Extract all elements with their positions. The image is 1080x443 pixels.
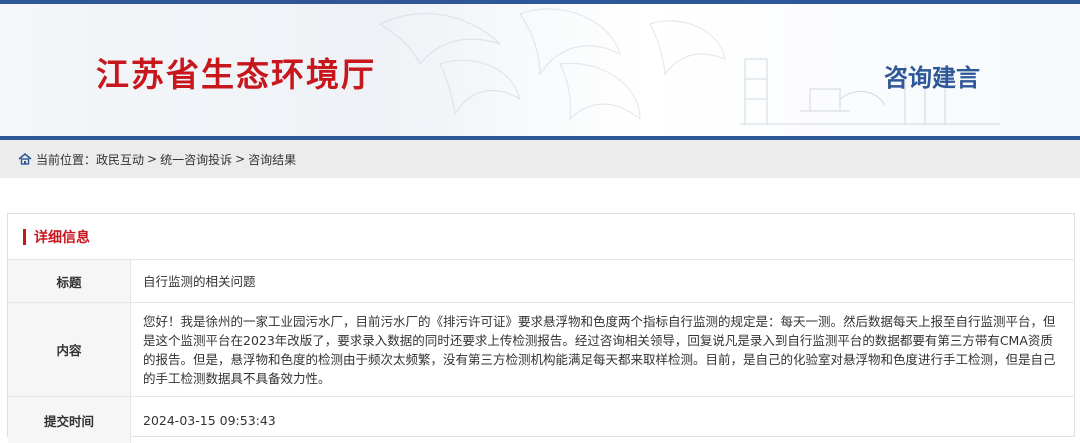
breadcrumb-item-consult-complaint[interactable]: 统一咨询投诉 bbox=[160, 151, 232, 168]
title-value: 自行监测的相关问题 bbox=[131, 260, 1075, 303]
content-label: 内容 bbox=[8, 303, 131, 397]
breadcrumb: 当前位置： 政民互动 > 统一咨询投诉 > 咨询结果 bbox=[0, 140, 1080, 178]
section-title: 咨询建言 bbox=[884, 58, 980, 93]
content-value: 您好！我是徐州的一家工业园污水厂，目前污水厂的《排污许可证》要求悬浮物和色度两个… bbox=[131, 303, 1075, 397]
breadcrumb-label: 当前位置： bbox=[36, 151, 96, 168]
title-label: 标题 bbox=[8, 260, 131, 303]
table-row-title: 标题 自行监测的相关问题 bbox=[8, 260, 1074, 303]
breadcrumb-item-consult-result[interactable]: 咨询结果 bbox=[248, 151, 296, 168]
table-row-content: 内容 您好！我是徐州的一家工业园污水厂，目前污水厂的《排污许可证》要求悬浮物和色… bbox=[8, 303, 1074, 397]
heading-accent-bar bbox=[23, 229, 26, 245]
site-banner: 江苏省生态环境厅 咨询建言 bbox=[0, 4, 1080, 136]
detail-panel: 详细信息 标题 自行监测的相关问题 内容 您好！我是徐州的一家工业园污水厂，目前… bbox=[7, 213, 1075, 437]
detail-heading: 详细信息 bbox=[34, 227, 90, 247]
table-row-submit-time: 提交时间 2024-03-15 09:53:43 bbox=[8, 397, 1074, 443]
submit-time-value: 2024-03-15 09:53:43 bbox=[131, 397, 1075, 443]
home-icon bbox=[18, 152, 32, 166]
site-title: 江苏省生态环境厅 bbox=[96, 48, 376, 96]
detail-panel-header: 详细信息 bbox=[8, 214, 1074, 260]
breadcrumb-separator: > bbox=[235, 152, 245, 166]
submit-time-label: 提交时间 bbox=[8, 397, 131, 443]
breadcrumb-separator: > bbox=[147, 152, 157, 166]
detail-table: 标题 自行监测的相关问题 内容 您好！我是徐州的一家工业园污水厂，目前污水厂的《… bbox=[8, 260, 1074, 443]
breadcrumb-item-interaction[interactable]: 政民互动 bbox=[96, 151, 144, 168]
